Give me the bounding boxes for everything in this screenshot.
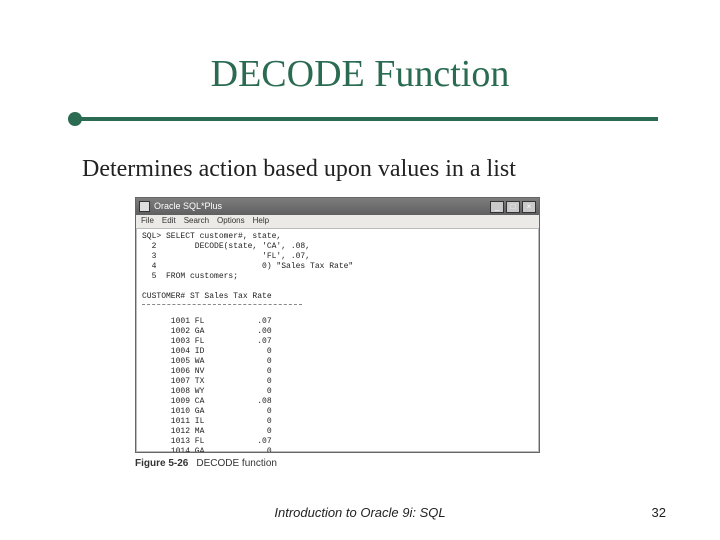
title-rule — [68, 112, 658, 126]
sql-line-5: 5 FROM customers; — [142, 272, 238, 281]
menu-search[interactable]: Search — [184, 216, 209, 227]
figure-label: Figure 5-26 — [135, 458, 188, 469]
sql-line-3: 3 'FL', .07, — [142, 252, 310, 261]
rule-line — [75, 117, 658, 121]
menu-file[interactable]: File — [141, 216, 154, 227]
result-rows: 1001 FL .07 1002 GA .00 1003 FL .07 1004… — [142, 317, 533, 453]
slide-title: DECODE Function — [0, 52, 720, 96]
terminal-body: SQL> SELECT customer#, state, 2 DECODE(s… — [136, 229, 539, 453]
sqlplus-window: Oracle SQL*Plus _ □ × File Edit Search O… — [135, 197, 540, 453]
page-number: 32 — [652, 505, 666, 520]
minimize-button[interactable]: _ — [490, 201, 504, 213]
window-controls: _ □ × — [490, 201, 536, 213]
menu-options[interactable]: Options — [217, 216, 245, 227]
result-header: CUSTOMER# ST Sales Tax Rate — [142, 292, 272, 301]
figure-caption: Figure 5-26 DECODE function — [135, 458, 277, 469]
figure-text: DECODE function — [196, 458, 277, 469]
close-button[interactable]: × — [522, 201, 536, 213]
window-menubar: File Edit Search Options Help — [136, 215, 539, 229]
window-titlebar: Oracle SQL*Plus _ □ × — [136, 198, 539, 215]
window-title: Oracle SQL*Plus — [154, 201, 222, 212]
header-divider — [142, 304, 302, 305]
sql-line-4: 4 0) "Sales Tax Rate" — [142, 262, 353, 271]
app-icon — [139, 201, 150, 212]
footer-center: Introduction to Oracle 9i: SQL — [0, 505, 720, 520]
sql-line-2: 2 DECODE(state, 'CA', .08, — [142, 242, 310, 251]
menu-edit[interactable]: Edit — [162, 216, 176, 227]
maximize-button[interactable]: □ — [506, 201, 520, 213]
sql-line-1: SQL> SELECT customer#, state, — [142, 232, 281, 241]
slide-subtitle: Determines action based upon values in a… — [82, 156, 516, 183]
menu-help[interactable]: Help — [253, 216, 269, 227]
